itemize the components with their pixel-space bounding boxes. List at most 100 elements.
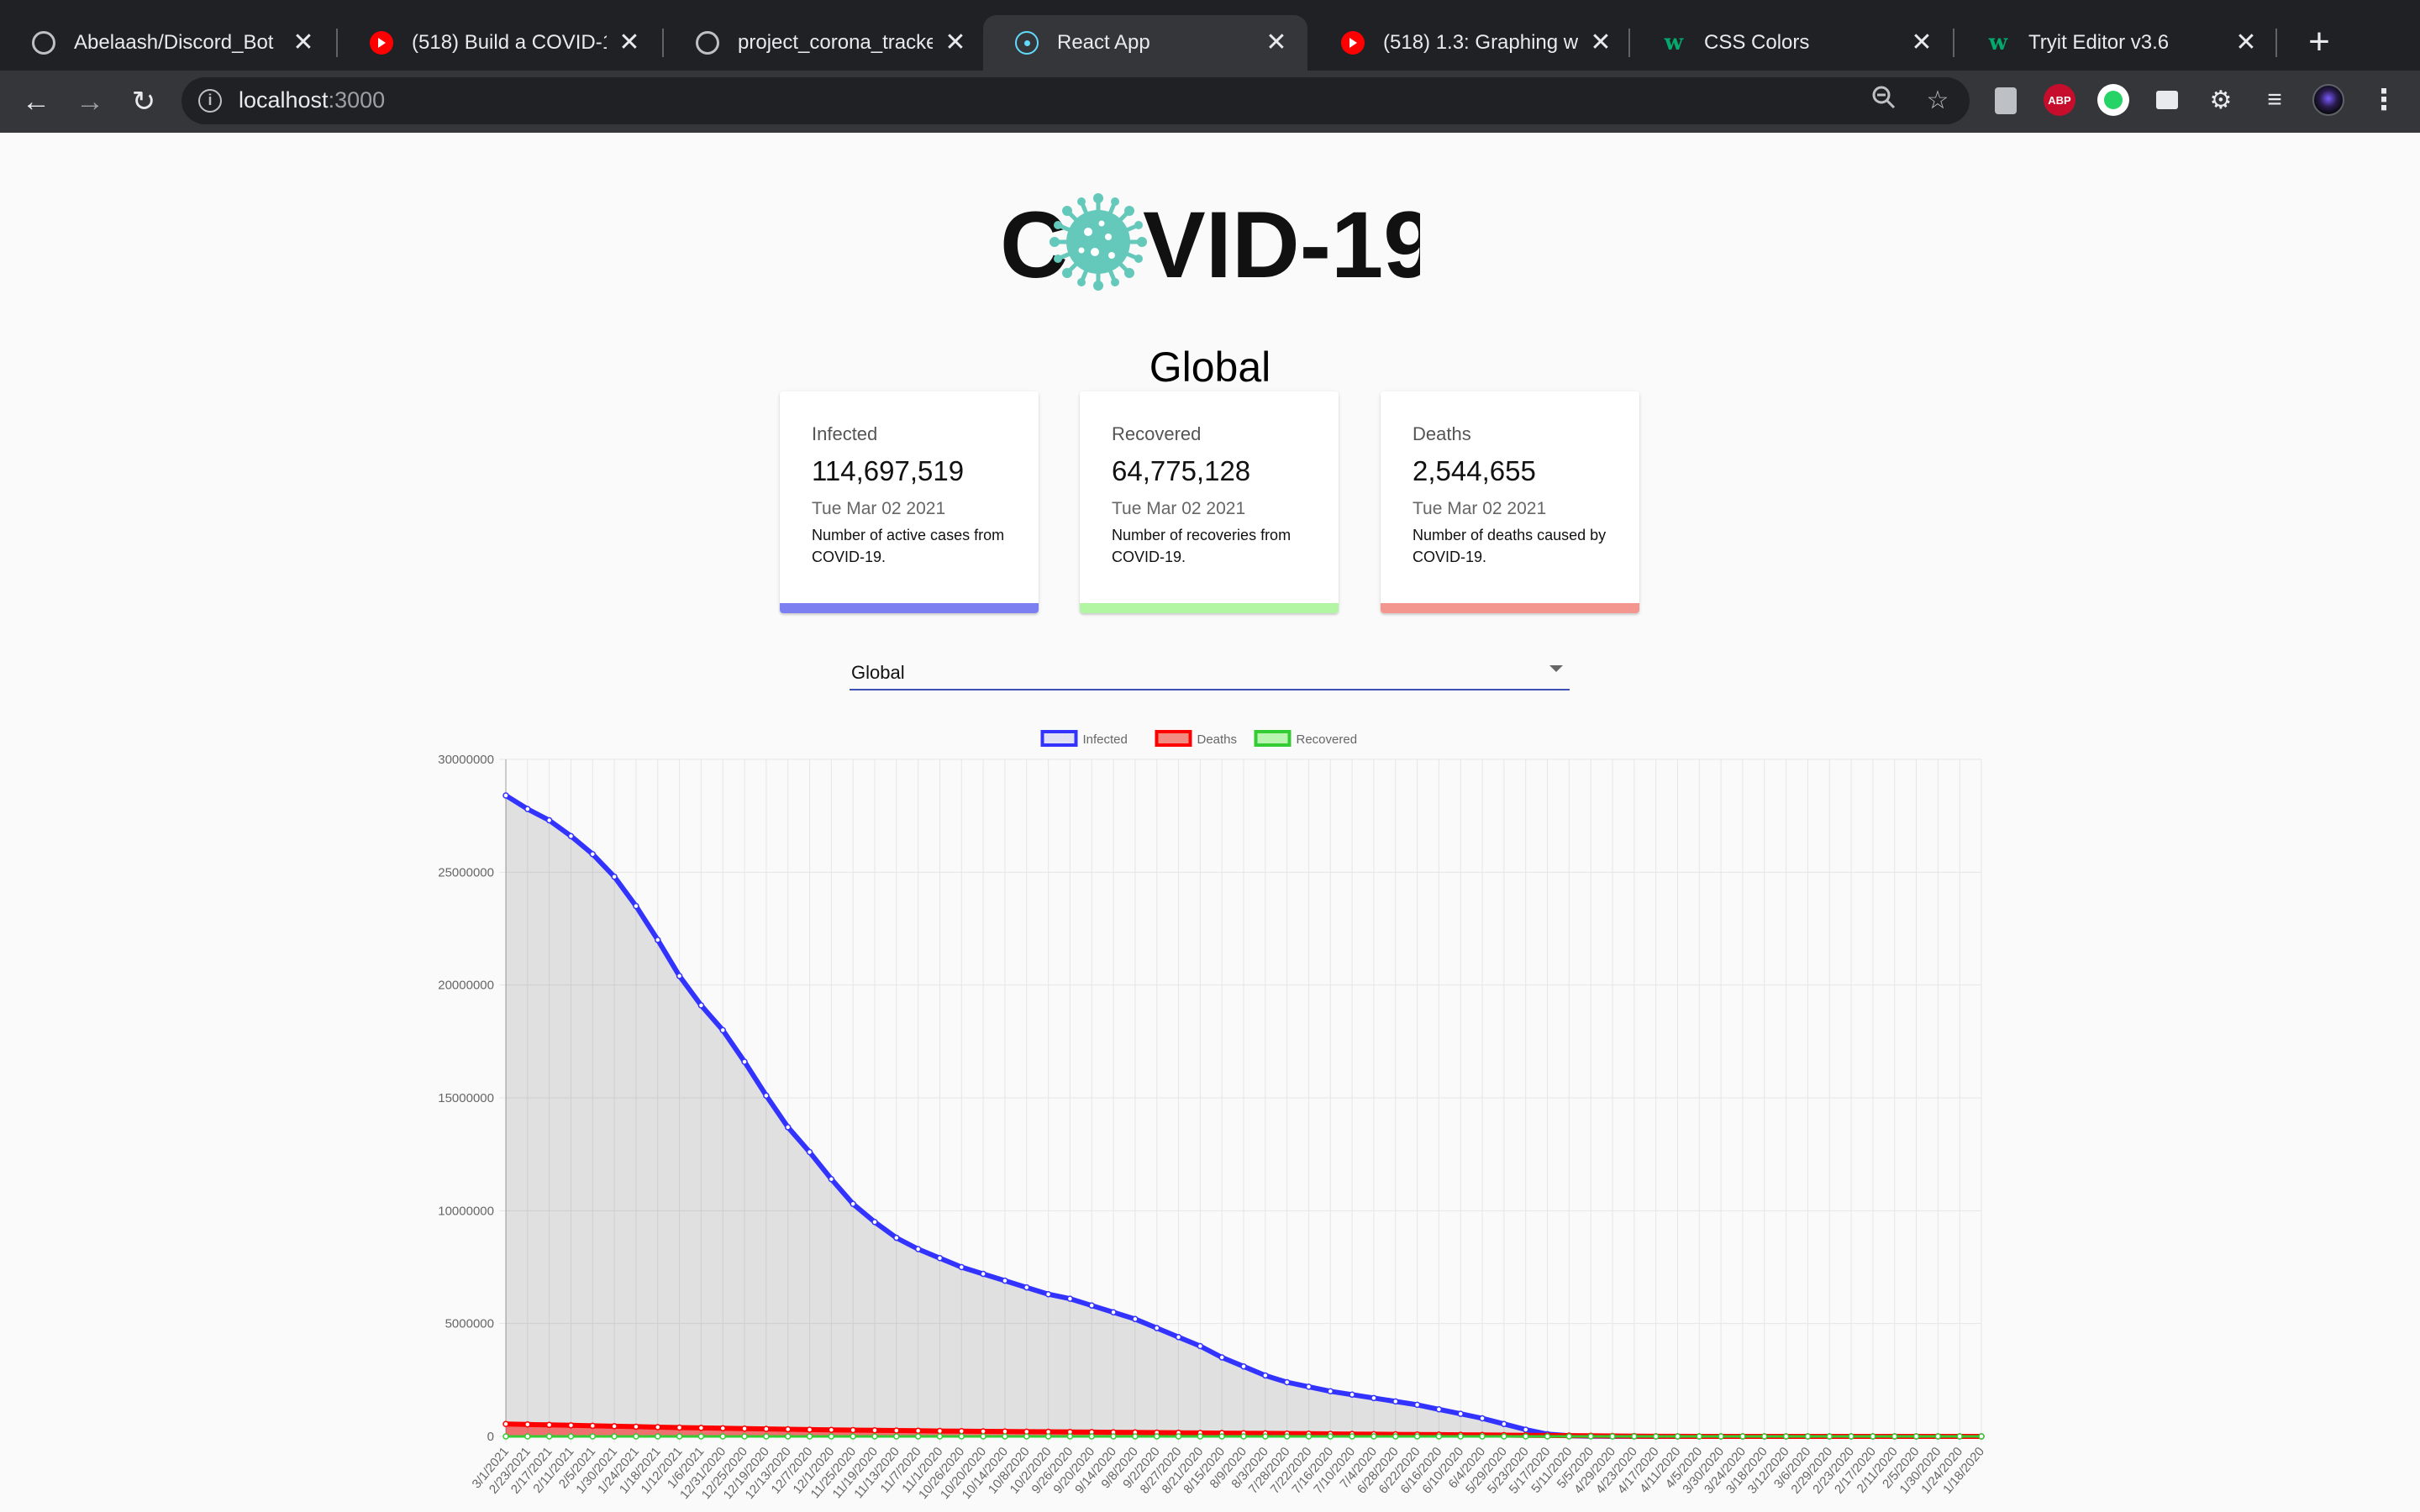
close-tab-icon[interactable]: ✕ (2233, 30, 2259, 55)
url-port: :3000 (328, 87, 386, 113)
data-point-recovered (1544, 1433, 1551, 1440)
data-point-recovered (1696, 1433, 1703, 1440)
data-point-infected (1305, 1383, 1313, 1390)
whatsapp-icon[interactable] (2097, 84, 2129, 116)
data-point-recovered (1413, 1433, 1421, 1440)
office-extension-icon[interactable] (1995, 87, 2017, 114)
card-description: Number of recoveries from COVID-19. (1112, 527, 1292, 565)
close-tab-icon[interactable]: ✕ (1588, 30, 1613, 55)
data-point-recovered (567, 1433, 575, 1440)
data-point-infected (1088, 1302, 1095, 1309)
data-point-deaths (828, 1426, 835, 1433)
data-point-recovered (958, 1433, 965, 1440)
browser-menu-icon[interactable]: ⋮ (2368, 84, 2400, 116)
data-point-recovered (871, 1433, 878, 1440)
address-url[interactable]: localhost:3000 (239, 87, 385, 113)
data-point-deaths (1002, 1428, 1008, 1435)
data-point-deaths (784, 1425, 792, 1433)
data-point-infected (1349, 1391, 1355, 1399)
data-point-infected (1479, 1415, 1486, 1422)
data-point-infected (545, 816, 553, 824)
data-point-infected (1175, 1334, 1182, 1341)
url-host: localhost (239, 87, 329, 113)
data-point-infected (1218, 1354, 1225, 1361)
forward-button[interactable]: → (69, 81, 111, 123)
data-point-recovered (1327, 1433, 1334, 1440)
data-point-recovered (1175, 1433, 1182, 1440)
tab-css-colors[interactable]: w CSS Colors ✕ (1630, 15, 1953, 71)
data-point-infected (1522, 1426, 1529, 1433)
w3schools-icon: w (1664, 30, 1684, 55)
site-info-icon[interactable]: i (198, 89, 222, 113)
data-point-recovered (1978, 1433, 1985, 1440)
close-tab-icon[interactable]: ✕ (1264, 30, 1289, 55)
data-point-deaths (936, 1427, 944, 1435)
data-point-deaths (741, 1425, 748, 1432)
data-point-recovered (741, 1433, 748, 1440)
data-point-infected (936, 1255, 944, 1262)
bookmark-star-icon[interactable]: ☆ (1921, 84, 1954, 118)
data-point-infected (1262, 1372, 1269, 1379)
data-point-recovered (655, 1433, 661, 1440)
data-point-recovered (1132, 1433, 1139, 1440)
close-tab-icon[interactable]: ✕ (617, 30, 642, 55)
tab-label: CSS Colors (1704, 31, 1810, 54)
data-point-recovered (1718, 1433, 1724, 1440)
address-bar[interactable] (182, 77, 1970, 124)
reload-button[interactable]: ↻ (123, 81, 165, 123)
extensions-puzzle-icon[interactable]: ⚙ (2205, 84, 2237, 116)
media-queue-icon[interactable]: ≡ (2259, 84, 2291, 116)
close-tab-icon[interactable]: ✕ (943, 30, 968, 55)
card-description: Number of active cases from COVID-19. (812, 527, 1005, 565)
legend-label-recovered: Recovered (1297, 732, 1358, 747)
data-point-recovered (676, 1433, 683, 1440)
legend-label-deaths: Deaths (1197, 732, 1238, 747)
legend-swatch-infected (1040, 730, 1078, 747)
tab-tryit-editor[interactable]: w Tryit Editor v3.6 ✕ (1954, 15, 2277, 71)
data-point-infected (1501, 1420, 1507, 1427)
data-point-infected (914, 1246, 922, 1252)
data-point-deaths (914, 1427, 922, 1435)
data-point-infected (719, 1026, 726, 1034)
zoom-icon[interactable] (1867, 84, 1901, 118)
data-point-recovered (1782, 1433, 1790, 1440)
dropdown-arrow-icon[interactable] (1549, 665, 1563, 672)
card-value: 64,775,128 (1112, 455, 1251, 486)
tab-youtube-graphing[interactable]: (518) 1.3: Graphing with ✕ (1309, 15, 1632, 71)
tab-project-corona-tracker[interactable]: project_corona_tracker ✕ (664, 15, 986, 71)
card-date: Tue Mar 02 2021 (812, 499, 946, 518)
close-tab-icon[interactable]: ✕ (291, 30, 316, 55)
tab-discord-bot[interactable]: Abelaash/Discord_Bot ✕ (0, 15, 334, 71)
profile-avatar[interactable] (2312, 84, 2344, 116)
data-point-deaths (545, 1421, 553, 1429)
data-point-recovered (1674, 1433, 1681, 1440)
data-point-recovered (1240, 1433, 1247, 1440)
data-point-infected (1413, 1401, 1421, 1409)
data-point-infected (1153, 1325, 1160, 1331)
y-tick-label: 20000000 (438, 979, 494, 993)
country-select[interactable]: Global (850, 654, 1570, 690)
covid-line-chart: 0 5000000 10000000 15000000 20000000 25000000… (438, 730, 1987, 1502)
youtube-icon (370, 31, 393, 55)
data-point-infected (828, 1175, 835, 1183)
adblock-plus-icon[interactable]: ABP (2044, 84, 2075, 116)
tab-react-app[interactable]: React App ✕ (983, 15, 1307, 71)
data-point-recovered (1197, 1433, 1204, 1440)
recovered-card: Recovered 64,775,128 Tue Mar 02 2021 Num… (1080, 391, 1339, 613)
data-point-infected (1197, 1342, 1204, 1350)
download-extension-icon[interactable] (2151, 84, 2183, 116)
close-tab-icon[interactable]: ✕ (1909, 30, 1934, 55)
data-point-recovered (1153, 1433, 1160, 1440)
card-date: Tue Mar 02 2021 (1413, 499, 1547, 518)
data-point-recovered (1934, 1433, 1942, 1440)
data-point-recovered (589, 1433, 597, 1440)
data-point-recovered (828, 1433, 835, 1440)
country-select-value: Global (851, 662, 905, 683)
back-button[interactable]: ← (15, 81, 57, 123)
new-tab-button[interactable]: + (2296, 18, 2343, 66)
data-point-infected (502, 792, 509, 799)
data-point-recovered (1739, 1433, 1746, 1440)
tab-youtube-build-covid[interactable]: (518) Build a COVID-19 ✕ (338, 15, 660, 71)
data-point-recovered (1023, 1433, 1030, 1440)
w3schools-icon: w (1988, 30, 2008, 55)
